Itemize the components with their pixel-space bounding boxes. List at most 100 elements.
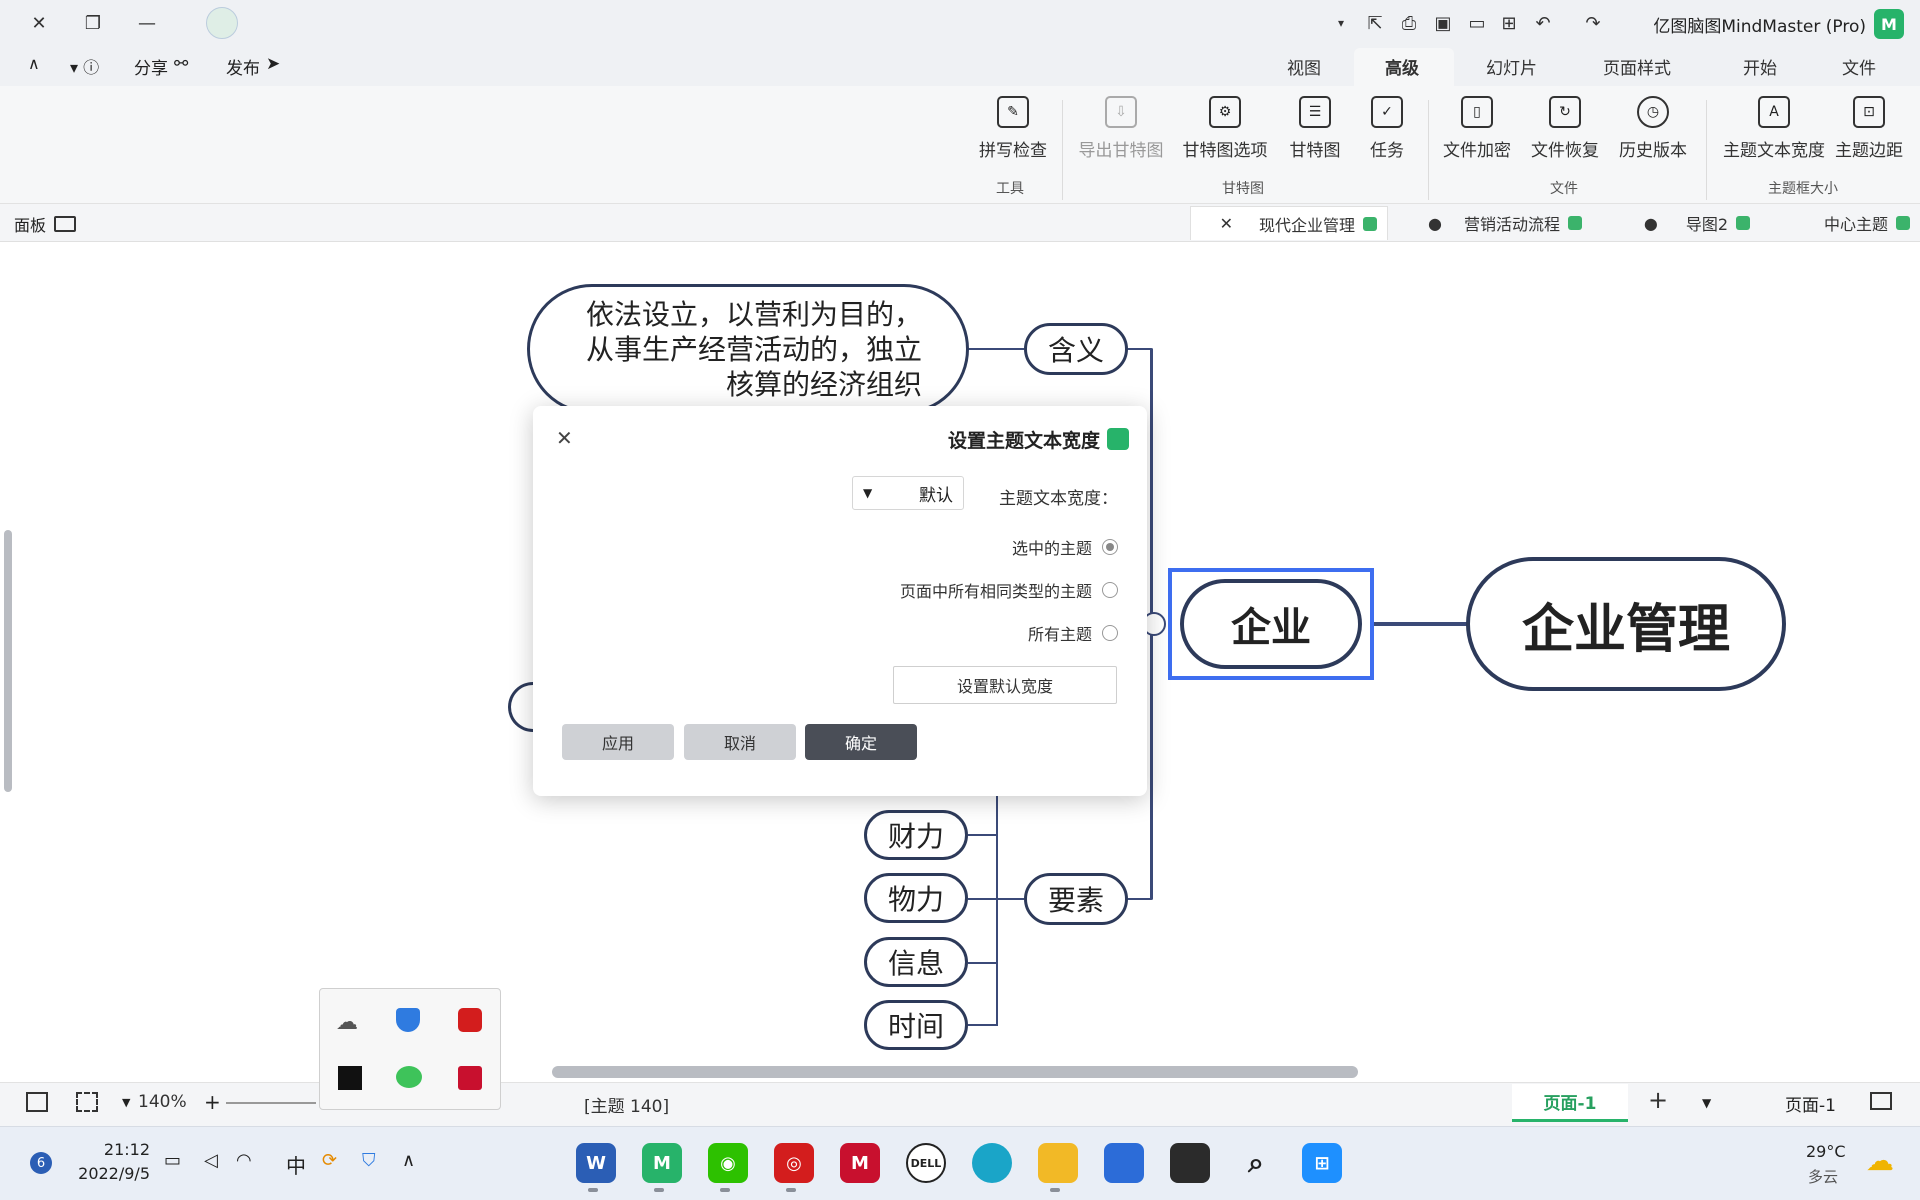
search-icon[interactable]: ⌕ — [1236, 1143, 1276, 1183]
option-same-type-topics[interactable]: 页面中所有相同类型的主题 — [780, 578, 1118, 602]
zoom-in-icon[interactable]: + — [204, 1090, 221, 1114]
doc-tab-map2[interactable]: ● 导图2 — [1594, 206, 1760, 240]
help-icon[interactable]: ▾ ⓘ — [70, 54, 99, 78]
wifi-icon[interactable]: ◠ — [236, 1150, 252, 1171]
topic-elements[interactable]: 要素 — [1024, 873, 1128, 925]
wechat-tray-icon[interactable] — [396, 1066, 422, 1088]
root-topic[interactable]: 企业管理 — [1466, 557, 1786, 691]
clock-date[interactable]: 2022/9/5 — [50, 1164, 150, 1183]
start-windows-icon[interactable]: ⊞ — [1302, 1143, 1342, 1183]
save-icon[interactable]: ▣ — [1428, 8, 1458, 38]
doc-tab-central[interactable]: 中心主题 — [1760, 206, 1920, 240]
add-page-button[interactable]: + — [1648, 1086, 1668, 1114]
close-tab-icon[interactable]: ✕ — [1220, 214, 1233, 233]
apply-button[interactable]: 应用 — [562, 724, 674, 760]
weather-temp: 29°C — [1806, 1142, 1846, 1161]
mcafee-tray-icon[interactable] — [458, 1066, 482, 1090]
onedrive-icon[interactable]: ☁ — [336, 1010, 358, 1035]
more-dropdown-icon[interactable]: ▾ — [1326, 8, 1356, 38]
app-black-icon[interactable] — [338, 1066, 362, 1090]
topic-meaning[interactable]: 含义 — [1024, 323, 1128, 375]
radio-button[interactable] — [1102, 582, 1118, 598]
horizontal-scrollbar[interactable] — [552, 1066, 1358, 1078]
open-folder-icon[interactable]: ▭ — [1462, 8, 1492, 38]
layout-toggle-icon[interactable] — [1870, 1092, 1892, 1110]
mindmaster-taskbar-icon[interactable]: M — [642, 1143, 682, 1183]
dell-icon[interactable]: DELL — [906, 1143, 946, 1183]
fullscreen-icon[interactable] — [26, 1092, 48, 1112]
redo-icon[interactable]: ↷ — [1578, 8, 1608, 38]
fit-page-icon[interactable] — [76, 1092, 98, 1112]
topic-element-finance[interactable]: 财力 — [864, 810, 968, 860]
topic-element-material[interactable]: 物力 — [864, 873, 968, 923]
left-scrollbar[interactable] — [4, 530, 12, 792]
topic-text-width-button[interactable]: A 主题文本宽度 — [1722, 96, 1826, 176]
file-explorer-icon[interactable] — [1038, 1143, 1078, 1183]
doc-tab-marketing[interactable]: ● 营销活动流程 — [1392, 206, 1592, 240]
topic-element-time[interactable]: 时间 — [864, 1000, 968, 1050]
task-view-icon[interactable] — [1170, 1143, 1210, 1183]
clock-time[interactable]: 21:12 — [62, 1140, 150, 1159]
ime-indicator[interactable]: 中 — [286, 1150, 306, 1179]
gantt-button[interactable]: ☰ 甘特图 — [1270, 96, 1360, 176]
history-version-button[interactable]: ◷ 历史版本 — [1608, 96, 1698, 176]
topic-margin-button[interactable]: ⊡ 主题边距 — [1824, 96, 1914, 176]
print-icon[interactable]: ⎙ — [1394, 8, 1424, 38]
gantt-options-button[interactable]: ⚙ 甘特图选项 — [1180, 96, 1270, 176]
page-select[interactable]: ▼ 页面-1 — [1694, 1088, 1844, 1118]
red-app-icon[interactable]: ◎ — [774, 1143, 814, 1183]
store-icon[interactable] — [1104, 1143, 1144, 1183]
export-icon[interactable]: ⇱ — [1360, 8, 1390, 38]
zoom-slider[interactable] — [226, 1102, 316, 1104]
option-all-topics[interactable]: 所有主题 — [900, 621, 1118, 645]
option-selected-topic[interactable]: 选中的主题 — [900, 535, 1118, 559]
publish-button[interactable]: 发布 ➤ — [226, 54, 280, 79]
spell-check-button[interactable]: ✎ 拼写检查 — [968, 96, 1058, 176]
new-file-icon[interactable]: ⊞ — [1494, 8, 1524, 38]
share-button[interactable]: 分享 ⚯ — [134, 54, 188, 79]
panel-toggle-button[interactable]: 面板 — [14, 212, 77, 236]
radio-button[interactable] — [1102, 625, 1118, 641]
menu-start[interactable]: 开始 — [1743, 54, 1777, 79]
export-gantt-button[interactable]: ⇩ 导出甘特图 — [1076, 96, 1166, 176]
app-red-icon[interactable] — [458, 1008, 482, 1032]
tray-overflow-chevron-icon[interactable]: ∧ — [402, 1150, 415, 1171]
word-icon[interactable]: W — [576, 1143, 616, 1183]
sync-icon[interactable]: ⟳ — [322, 1150, 337, 1171]
menu-file[interactable]: 文件 — [1842, 54, 1876, 79]
zoom-dropdown-icon[interactable]: ▼ — [122, 1096, 130, 1109]
ok-button[interactable]: 确定 — [805, 724, 917, 760]
doc-tab-modern-enterprise[interactable]: ✕ 现代企业管理 — [1190, 206, 1388, 240]
defender-tray-icon[interactable]: ⛉ — [362, 1150, 376, 1171]
file-recover-button[interactable]: ↻ 文件恢复 — [1520, 96, 1610, 176]
mcafee-icon[interactable]: M — [840, 1143, 880, 1183]
close-window-button[interactable]: ✕ — [24, 8, 54, 38]
zoom-level[interactable]: 140% — [138, 1092, 187, 1112]
defender-icon[interactable] — [396, 1008, 420, 1032]
undo-icon[interactable]: ↶ — [1528, 8, 1558, 38]
menu-advanced[interactable]: 高级 — [1385, 54, 1419, 79]
file-encrypt-button[interactable]: ▯ 文件加密 — [1432, 96, 1522, 176]
cancel-button[interactable]: 取消 — [684, 724, 796, 760]
width-select[interactable]: ▼ 默认 — [852, 476, 964, 510]
notification-badge[interactable]: 6 — [30, 1152, 52, 1174]
page-tab-active[interactable]: 页面-1 — [1512, 1084, 1628, 1122]
user-avatar[interactable] — [206, 7, 238, 39]
topic-element-information[interactable]: 信息 — [864, 937, 968, 987]
volume-icon[interactable]: ◁ — [204, 1150, 218, 1171]
wechat-icon[interactable]: ◉ — [708, 1143, 748, 1183]
dialog-close-button[interactable]: ✕ — [556, 426, 573, 450]
topic-enterprise[interactable]: 企业 — [1180, 579, 1362, 669]
menu-slides[interactable]: 幻灯片 — [1486, 54, 1537, 79]
edge-icon[interactable] — [972, 1143, 1012, 1183]
collapse-ribbon-icon[interactable]: ∧ — [28, 54, 40, 73]
menu-page-style[interactable]: 页面样式 — [1603, 54, 1671, 79]
topic-meaning-text[interactable]: 依法设立，以营利为目的，从事生产经营活动的，独立核算的经济组织 — [527, 284, 969, 414]
restore-window-button[interactable]: ❐ — [78, 8, 108, 38]
minimize-window-button[interactable]: — — [132, 8, 162, 38]
weather-icon[interactable]: ☁ — [1866, 1144, 1894, 1177]
set-default-width-button[interactable]: 设置默认宽度 — [893, 666, 1117, 704]
menu-view[interactable]: 视图 — [1287, 54, 1321, 79]
battery-icon[interactable]: ▭ — [164, 1150, 181, 1171]
radio-button[interactable] — [1102, 539, 1118, 555]
